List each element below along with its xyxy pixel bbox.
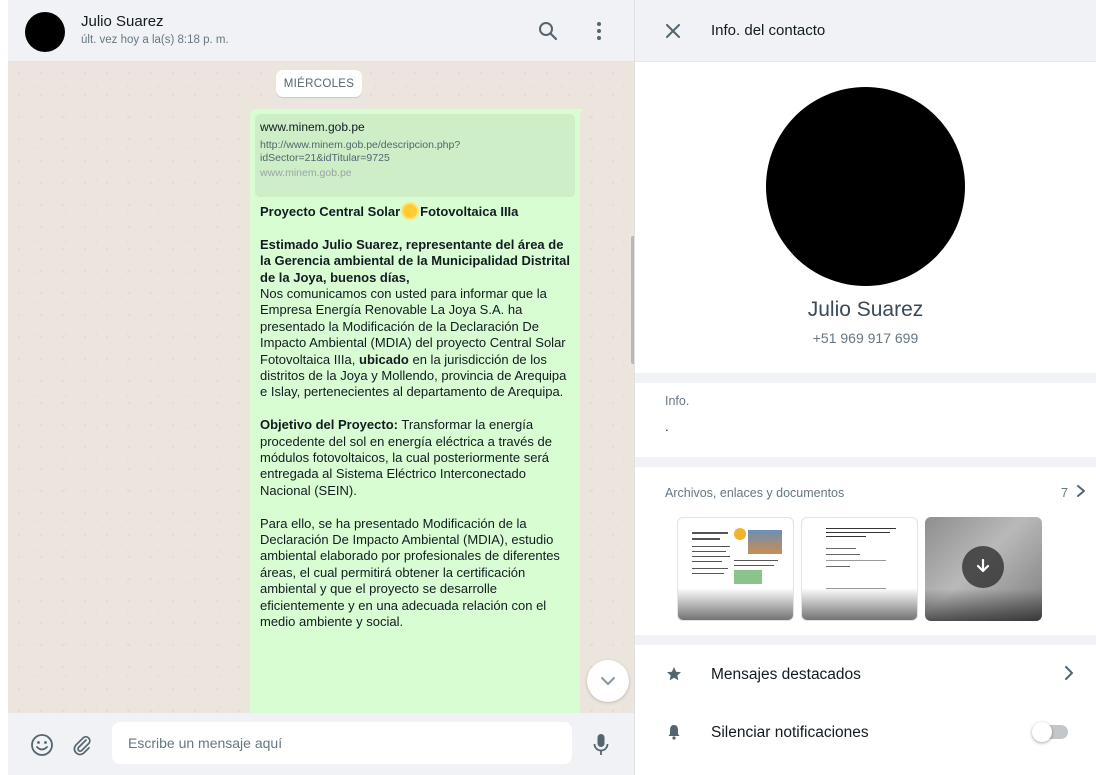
profile-phone: +51 969 917 699 [812, 330, 919, 346]
objective-label: Objetivo del Proyecto: [260, 417, 398, 433]
link-preview-title[interactable]: www.minem.gob.pe [260, 120, 570, 135]
message-objective: Objetivo del Proyecto: Transformar la en… [260, 417, 575, 499]
date-chip: MIÉRCOLES [276, 70, 362, 97]
emoji-icon[interactable] [29, 732, 55, 758]
heading-part: Fotovoltaica IIIa [420, 204, 519, 219]
bubble-tail [576, 109, 584, 119]
media-count[interactable]: 7 [1061, 486, 1068, 500]
mute-toggle[interactable] [1032, 722, 1068, 742]
about-section: Info. . [635, 383, 1096, 457]
mute-notifications-row[interactable]: Silenciar notificaciones [635, 703, 1096, 763]
media-label[interactable]: Archivos, enlaces y documentos [665, 486, 844, 500]
menu-icon[interactable] [586, 18, 612, 44]
media-thumbnail[interactable] [677, 517, 794, 621]
media-thumbnail[interactable] [925, 517, 1042, 621]
last-seen-status: últ. vez hoy a la(s) 8:18 p. m. [81, 34, 229, 46]
about-label: Info. [665, 394, 690, 408]
mic-icon[interactable] [588, 732, 614, 758]
sun-emoji-icon [403, 204, 418, 218]
media-thumbnail[interactable] [801, 517, 918, 621]
toggle-knob [1032, 722, 1052, 742]
close-icon[interactable] [661, 19, 685, 43]
link-preview[interactable]: www.minem.gob.pe http://www.minem.gob.pe… [255, 114, 575, 197]
attach-icon[interactable] [69, 732, 95, 758]
heading-part: Proyecto Central Solar [260, 204, 401, 219]
message-bubble[interactable]: www.minem.gob.pe http://www.minem.gob.pe… [250, 109, 580, 719]
avatar[interactable] [25, 12, 65, 52]
message-heading: Proyecto Central Solar Fotovoltaica IIIa [260, 204, 575, 220]
message-text: Proyecto Central Solar Fotovoltaica IIIa … [260, 204, 575, 647]
panel-title: Info. del contacto [711, 22, 826, 39]
chevron-right-icon[interactable] [1076, 484, 1086, 498]
message-input[interactable] [112, 722, 572, 764]
contact-info-panel: Info. del contacto Julio Suarez +51 969 … [635, 0, 1096, 775]
bell-icon [665, 723, 683, 741]
starred-messages-row[interactable]: Mensajes destacados [635, 645, 1096, 705]
media-section[interactable]: Archivos, enlaces y documentos 7 [635, 467, 1096, 635]
search-icon[interactable] [535, 18, 561, 44]
chevron-down-icon [601, 677, 615, 685]
contact-name[interactable]: Julio Suarez [81, 13, 164, 30]
profile-photo[interactable] [766, 87, 965, 286]
chat-pane: Julio Suarez últ. vez hoy a la(s) 8:18 p… [8, 0, 634, 775]
chevron-right-icon[interactable] [1064, 665, 1074, 681]
starred-messages-label[interactable]: Mensajes destacados [711, 666, 861, 684]
mute-notifications-label[interactable]: Silenciar notificaciones [711, 724, 869, 742]
download-icon[interactable] [962, 546, 1004, 588]
composer [8, 713, 634, 775]
link-preview-description[interactable]: http://www.minem.gob.pe/descripcion.php?… [260, 139, 570, 165]
message-greeting: Estimado Julio Suarez, representante del… [260, 236, 570, 285]
message-greeting-block: Estimado Julio Suarez, representante del… [260, 237, 575, 401]
scroll-down-button[interactable] [587, 660, 629, 702]
contact-info-header: Info. del contacto [635, 0, 1096, 62]
message-bold-word: ubicado [359, 351, 409, 367]
chat-header[interactable]: Julio Suarez últ. vez hoy a la(s) 8:18 p… [8, 0, 634, 62]
link-preview-domain: www.minem.gob.pe [260, 167, 352, 179]
message-paragraph: Para ello, se ha presentado Modificación… [260, 515, 560, 630]
actions-section: Mensajes destacados Silenciar notificaci… [635, 645, 1096, 775]
star-icon [665, 665, 683, 683]
about-text: . [665, 419, 669, 434]
profile-section: Julio Suarez +51 969 917 699 [635, 62, 1096, 373]
profile-name: Julio Suarez [807, 298, 924, 321]
